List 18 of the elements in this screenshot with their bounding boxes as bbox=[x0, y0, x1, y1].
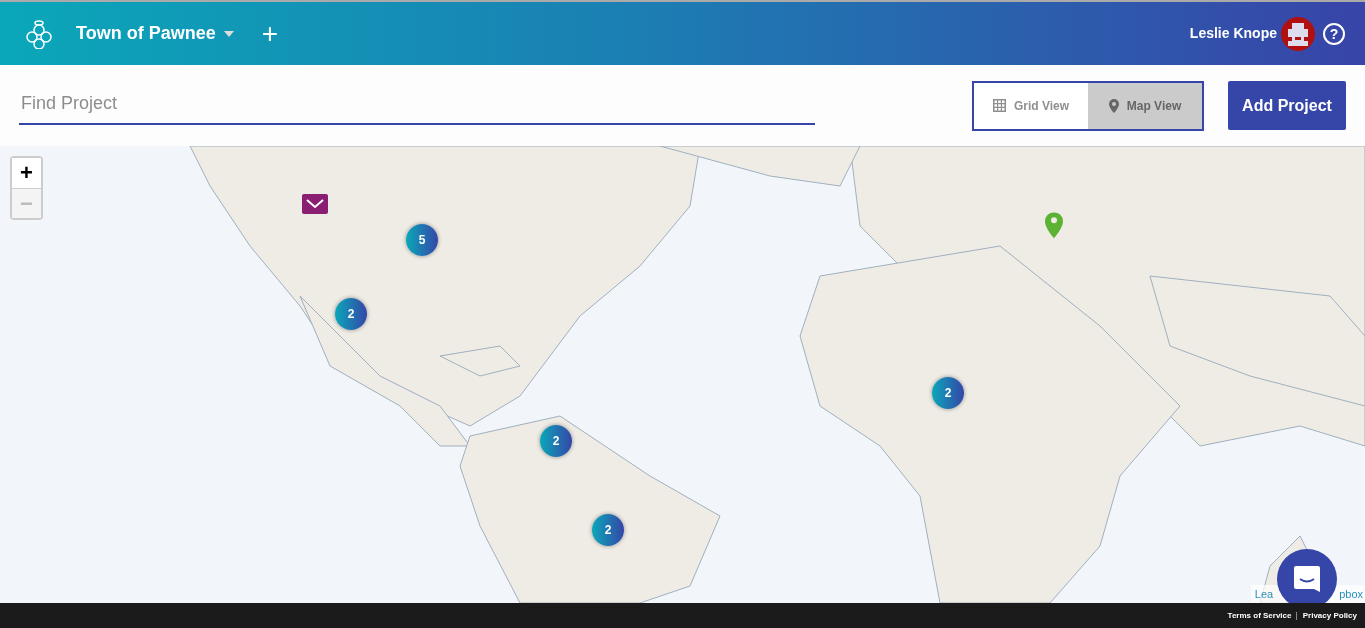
envelope-marker[interactable] bbox=[302, 194, 328, 214]
location-pin-icon bbox=[1108, 98, 1119, 113]
attribution-link[interactable]: Lea bbox=[1254, 585, 1274, 602]
view-tab[interactable]: Map View bbox=[1088, 82, 1202, 129]
footer-link[interactable]: Privacy Policy bbox=[1302, 609, 1357, 622]
footer-link[interactable]: Terms of Service bbox=[1227, 609, 1292, 622]
chat-icon bbox=[1292, 564, 1322, 594]
add-button[interactable]: + bbox=[257, 19, 283, 48]
search-field[interactable]: Find Project bbox=[19, 84, 815, 125]
attribution-link[interactable]: pbox bbox=[1339, 585, 1363, 602]
add-project-button[interactable]: Add Project bbox=[1228, 81, 1346, 130]
logo-icon bbox=[26, 18, 52, 49]
avatar-icon[interactable] bbox=[1281, 16, 1315, 51]
user-name[interactable]: Leslie Knope bbox=[1189, 23, 1277, 44]
organization-selector[interactable]: Town of Pawnee bbox=[76, 20, 216, 47]
help-button[interactable]: ? bbox=[1323, 22, 1345, 45]
envelope-icon bbox=[306, 199, 324, 209]
grid-icon bbox=[992, 99, 1006, 112]
